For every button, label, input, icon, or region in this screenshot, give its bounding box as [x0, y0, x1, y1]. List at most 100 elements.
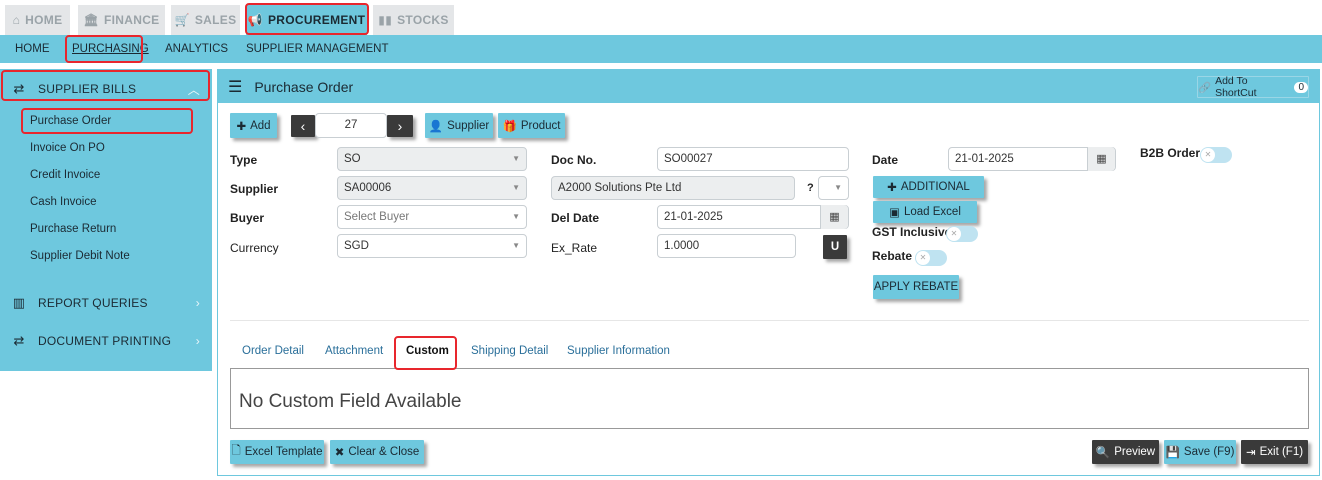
custom-empty-message: No Custom Field Available: [239, 391, 462, 412]
sidebar-section-label: SUPPLIER BILLS: [38, 82, 137, 96]
sidebar-item-cash-invoice[interactable]: Cash Invoice: [30, 190, 96, 214]
date-field[interactable]: 21-01-2025 ▦: [948, 147, 1116, 171]
buyer-select[interactable]: Select Buyer ▼: [337, 205, 527, 229]
exchange-icon: ⇄: [13, 81, 25, 96]
date-value: 21-01-2025: [955, 153, 1014, 165]
caret-down-icon: ▼: [512, 212, 520, 221]
exit-icon: ⇥: [1245, 447, 1256, 459]
supplier-button[interactable]: 👤 Supplier: [425, 113, 493, 138]
tab-finance[interactable]: 🏛 FINANCE: [78, 5, 165, 35]
gst-inclusive-label: GST Inclusive: [872, 225, 952, 239]
supplier-select[interactable]: SA00006 ▼: [337, 176, 527, 200]
calendar-icon[interactable]: ▦: [820, 205, 848, 229]
tab-stocks[interactable]: ▮▮ STOCKS: [373, 5, 454, 35]
additional-button[interactable]: ✚ ADDITIONAL: [873, 176, 984, 198]
caret-down-icon: ▼: [834, 183, 842, 192]
bar-chart-icon: ▮▮: [378, 13, 393, 27]
tab-custom[interactable]: Custom: [406, 345, 449, 357]
chevron-right-icon: ›: [195, 334, 200, 348]
b2b-order-toggle[interactable]: ✕: [1200, 147, 1232, 163]
exrate-field[interactable]: 1.0000: [657, 234, 796, 258]
sidebar-section-supplier-bills[interactable]: ⇄ SUPPLIER BILLS ︿: [0, 71, 212, 107]
add-label: Add: [250, 119, 271, 132]
type-label: Type: [230, 153, 258, 167]
load-excel-button[interactable]: ▣ Load Excel: [873, 201, 977, 223]
type-select[interactable]: SO ▼: [337, 147, 527, 171]
clear-close-button[interactable]: ✖ Clear & Close: [330, 440, 424, 464]
buyer-label: Buyer: [230, 211, 265, 225]
record-number-field[interactable]: 27: [315, 113, 387, 138]
subnav-purchasing[interactable]: PURCHASING: [72, 35, 149, 63]
page-title: Purchase Order: [254, 78, 354, 95]
search-icon: 🔍: [1095, 447, 1111, 459]
type-value: SO: [344, 153, 361, 165]
tab-home[interactable]: ⌂ HOME: [5, 5, 70, 35]
sidebar-section-report-queries[interactable]: ▥ REPORT QUERIES ›: [0, 285, 212, 321]
preview-label: Preview: [1114, 446, 1156, 458]
currency-select[interactable]: SGD ▼: [337, 234, 527, 258]
user-icon: 👤: [428, 120, 444, 133]
tab-shipping-detail[interactable]: Shipping Detail: [471, 345, 548, 357]
supplier-extra-select[interactable]: ▼: [818, 176, 849, 200]
sidebar-item-purchase-order[interactable]: Purchase Order: [30, 109, 111, 133]
tab-sales[interactable]: 🛒 SALES: [171, 5, 240, 35]
rebate-toggle[interactable]: ✕: [915, 250, 947, 266]
save-button[interactable]: 💾 Save (F9): [1164, 440, 1236, 464]
prev-record-button[interactable]: ‹: [291, 115, 315, 137]
home-icon: ⌂: [12, 13, 21, 27]
docno-field[interactable]: SO00027: [657, 147, 849, 171]
plus-icon: ✚: [236, 120, 247, 133]
gift-icon: 🎁: [502, 120, 517, 133]
menu-icon[interactable]: ☰: [228, 77, 242, 97]
caret-down-icon: ▼: [512, 183, 520, 192]
product-button[interactable]: 🎁 Product: [498, 113, 565, 138]
chevron-right-icon: ›: [195, 296, 200, 310]
clear-close-label: Clear & Close: [348, 446, 420, 458]
exit-button[interactable]: ⇥ Exit (F1): [1241, 440, 1308, 464]
add-button[interactable]: ✚ Add: [230, 113, 277, 138]
excel-template-button[interactable]: 🗋 Excel Template: [230, 440, 324, 464]
tab-procurement[interactable]: 📢 PROCUREMENT: [246, 5, 367, 35]
save-icon: 💾: [1165, 447, 1180, 459]
preview-button[interactable]: 🔍 Preview: [1092, 440, 1159, 464]
u-button[interactable]: U: [823, 235, 847, 259]
sidebar-item-credit-invoice[interactable]: Credit Invoice: [30, 163, 100, 187]
sidebar-item-supplier-debit-note[interactable]: Supplier Debit Note: [30, 244, 130, 268]
deldate-label: Del Date: [551, 211, 600, 225]
supplier-value: SA00006: [344, 182, 392, 194]
close-icon: ✖: [334, 447, 345, 459]
supplier-label: Supplier: [230, 182, 279, 196]
sidebar: ⇄ SUPPLIER BILLS ︿ Purchase Order Invoic…: [0, 69, 212, 371]
deldate-field[interactable]: 21-01-2025 ▦: [657, 205, 849, 229]
cart-icon: 🛒: [174, 13, 190, 27]
megaphone-icon: 📢: [247, 13, 263, 27]
chevron-up-icon: ︿: [187, 82, 200, 97]
caret-down-icon: ▼: [512, 241, 520, 250]
subnav-analytics[interactable]: ANALYTICS: [165, 35, 228, 63]
tab-attachment[interactable]: Attachment: [325, 345, 383, 357]
toggle-off-icon: ✕: [916, 251, 930, 265]
tab-stocks-label: STOCKS: [397, 13, 449, 27]
sidebar-section-document-printing[interactable]: ⇄ DOCUMENT PRINTING ›: [0, 323, 212, 359]
gst-inclusive-toggle[interactable]: ✕: [946, 226, 978, 242]
sidebar-item-purchase-return[interactable]: Purchase Return: [30, 217, 116, 241]
tab-procurement-label: PROCUREMENT: [267, 13, 366, 27]
subnav-supplier-management[interactable]: SUPPLIER MANAGEMENT: [246, 35, 389, 63]
currency-label: Currency: [230, 241, 279, 255]
tab-order-detail[interactable]: Order Detail: [242, 345, 304, 357]
sidebar-section-label: REPORT QUERIES: [38, 296, 148, 310]
next-record-button[interactable]: ›: [387, 115, 413, 137]
sidebar-item-invoice-on-po[interactable]: Invoice On PO: [30, 136, 105, 160]
supplier-label: Supplier: [447, 119, 490, 132]
add-to-shortcut-button[interactable]: 🔗 Add To ShortCut 0: [1197, 75, 1309, 99]
tab-home-label: HOME: [25, 13, 63, 27]
rebate-label: Rebate: [872, 249, 913, 263]
question-label: ?: [807, 182, 814, 194]
subnav-home[interactable]: HOME: [15, 35, 50, 63]
custom-fields-box: No Custom Field Available: [230, 368, 1309, 429]
calendar-icon[interactable]: ▦: [1087, 147, 1115, 171]
excel-template-label: Excel Template: [244, 446, 323, 458]
tab-supplier-information[interactable]: Supplier Information: [567, 345, 670, 357]
deldate-value: 21-01-2025: [664, 211, 723, 223]
apply-rebate-button[interactable]: APPLY REBATE: [873, 275, 959, 299]
